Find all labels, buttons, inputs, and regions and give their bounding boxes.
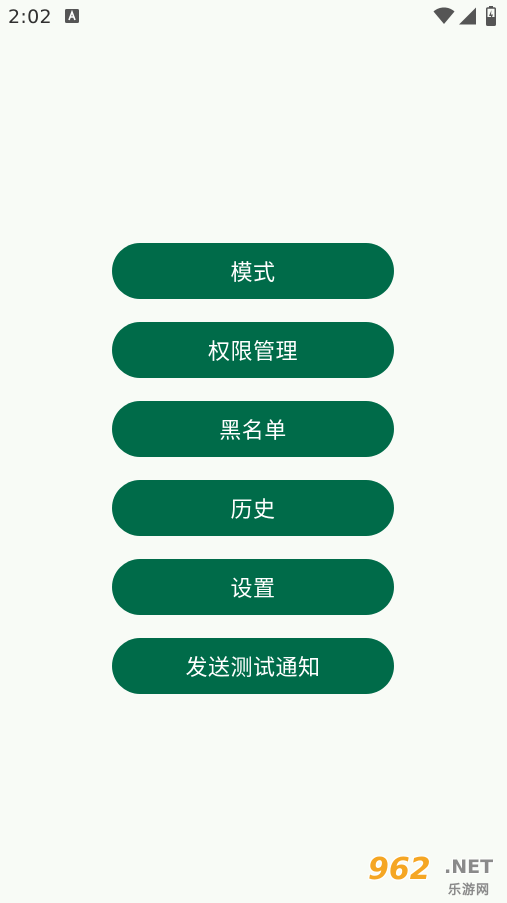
blacklist-button[interactable]: 黑名单 [112,401,394,457]
watermark-chinese: 乐游网 [448,883,491,898]
site-watermark-logo: 962 .NET 乐游网 [368,852,503,898]
text-notification-icon [65,9,79,23]
watermark-number: 962 [368,852,431,887]
main-menu: 模式 权限管理 黑名单 历史 设置 发送测试通知 [112,243,394,717]
app-screen: 2:02 模式 权限管理 黑名单 历史 设置 发送测试通知 962 .NET 乐… [0,0,507,903]
history-button[interactable]: 历史 [112,480,394,536]
settings-button[interactable]: 设置 [112,559,394,615]
status-bar: 2:02 [0,0,507,36]
permission-management-button[interactable]: 权限管理 [112,322,394,378]
wifi-icon [433,7,455,24]
mode-button[interactable]: 模式 [112,243,394,299]
battery-icon [486,6,496,26]
watermark-suffix: .NET [444,856,494,878]
cell-signal-icon [459,7,476,25]
status-time: 2:02 [8,6,52,28]
send-test-notification-button[interactable]: 发送测试通知 [112,638,394,694]
